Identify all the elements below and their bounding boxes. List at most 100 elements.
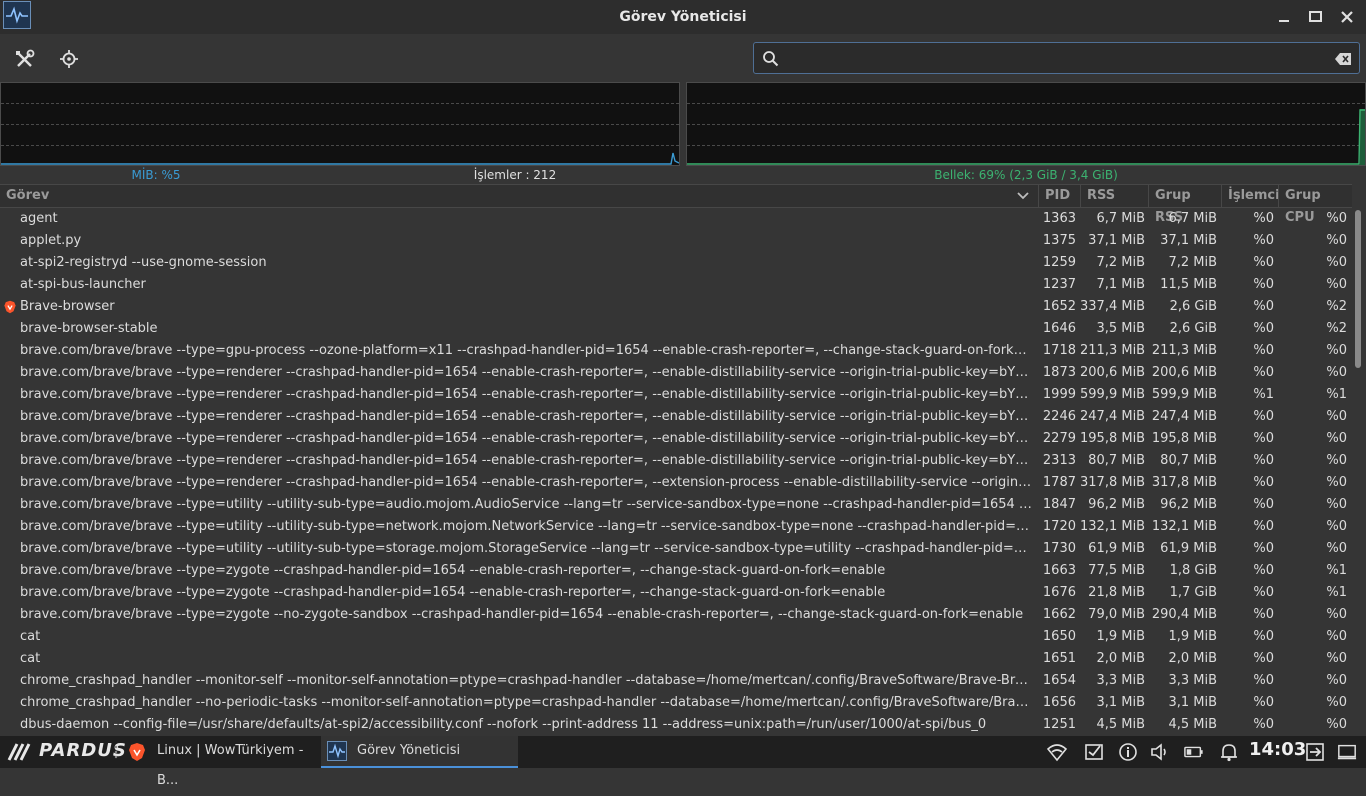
table-row[interactable]: brave.com/brave/brave --type=zygote --cr…: [0, 582, 1352, 604]
taskbar-item-task-manager[interactable]: Görev Yöneticisi: [321, 736, 518, 768]
cell-gcpu: %0: [1326, 277, 1347, 292]
table-row[interactable]: chrome_crashpad_handler --monitor-self -…: [0, 670, 1352, 692]
memory-usage-label: Bellek: 69% (2,3 GiB / 3,4 GiB): [934, 168, 1118, 182]
clear-search-icon[interactable]: [1335, 53, 1351, 69]
clock[interactable]: 14:03: [1249, 739, 1306, 760]
cell-cpu: %0: [1253, 277, 1274, 292]
column-header-name[interactable]: Görev: [0, 185, 1038, 207]
cell-cpu: %0: [1253, 717, 1274, 732]
cell-grss: 3,1 MiB: [1168, 695, 1217, 710]
table-row[interactable]: brave.com/brave/brave --type=utility --u…: [0, 516, 1352, 538]
maximize-button[interactable]: [1307, 8, 1325, 26]
cell-gcpu: %0: [1326, 211, 1347, 226]
cell-grss: 317,8 MiB: [1151, 475, 1217, 490]
table-row[interactable]: brave.com/brave/brave --type=utility --u…: [0, 538, 1352, 560]
drag-handle-icon: [114, 745, 118, 759]
table-row[interactable]: cat 1651 2,0 MiB 2,0 MiB %0 %0: [0, 648, 1352, 670]
table-row[interactable]: brave.com/brave/brave --type=zygote --cr…: [0, 560, 1352, 582]
cpu-usage-label: MİB: %5: [131, 168, 181, 182]
minimize-button[interactable]: [1275, 8, 1293, 26]
cell-name: Brave-browser: [20, 299, 115, 314]
column-header-pid[interactable]: PID: [1038, 185, 1080, 207]
preferences-tools-icon[interactable]: [14, 48, 36, 70]
volume-icon[interactable]: [1150, 742, 1170, 762]
table-row[interactable]: brave.com/brave/brave --type=gpu-process…: [0, 340, 1352, 362]
cell-grss: 195,8 MiB: [1151, 431, 1217, 446]
cell-grss: 211,3 MiB: [1151, 343, 1217, 358]
show-desktop-icon[interactable]: [1337, 742, 1357, 762]
column-header-group-cpu[interactable]: Grup CPU: [1278, 185, 1352, 225]
table-row[interactable]: brave.com/brave/brave --type=renderer --…: [0, 428, 1352, 450]
cell-rss: 7,2 MiB: [1096, 255, 1145, 270]
vertical-scrollbar[interactable]: [1354, 208, 1362, 736]
cell-cpu: %0: [1253, 673, 1274, 688]
table-row[interactable]: brave.com/brave/brave --type=renderer --…: [0, 362, 1352, 384]
cell-gcpu: %0: [1326, 695, 1347, 710]
table-row[interactable]: brave.com/brave/brave --type=renderer --…: [0, 472, 1352, 494]
cell-name: cat: [20, 629, 41, 644]
table-row[interactable]: agent 1363 6,7 MiB 6,7 MiB %0 %0: [0, 208, 1352, 230]
cell-name: applet.py: [20, 233, 82, 248]
cell-rss: 3,3 MiB: [1096, 673, 1145, 688]
cell-gcpu: %0: [1326, 431, 1347, 446]
window-title: Görev Yöneticisi: [619, 9, 747, 25]
cell-grss: 599,9 MiB: [1151, 387, 1217, 402]
column-header-group-rss[interactable]: Grup RSS: [1148, 185, 1221, 225]
cell-gcpu: %0: [1326, 233, 1347, 248]
cell-gcpu: %0: [1326, 475, 1347, 490]
table-row[interactable]: brave.com/brave/brave --type=utility --u…: [0, 494, 1352, 516]
cell-rss: 37,1 MiB: [1088, 233, 1145, 248]
cell-cpu: %0: [1253, 453, 1274, 468]
cell-grss: 1,8 GiB: [1169, 563, 1217, 578]
cell-name: at-spi-bus-launcher: [20, 277, 146, 292]
table-row[interactable]: brave-browser-stable 1646 3,5 MiB 2,6 GiB %0…: [0, 318, 1352, 340]
notification-bell-icon[interactable]: [1219, 742, 1239, 762]
cell-rss: 2,0 MiB: [1096, 651, 1145, 666]
cell-gcpu: %0: [1326, 343, 1347, 358]
cell-pid: 1847: [1042, 497, 1076, 512]
cell-pid: 1720: [1042, 519, 1076, 534]
search-input[interactable]: [788, 47, 1332, 71]
taskbar-item-label: Görev Yöneticisi: [357, 743, 461, 758]
cell-grss: 247,4 MiB: [1151, 409, 1217, 424]
table-row[interactable]: Brave-browser 1652 337,4 MiB 2,6 GiB %0 %2: [0, 296, 1352, 318]
table-row[interactable]: applet.py 1375 37,1 MiB 37,1 MiB %0 %0: [0, 230, 1352, 252]
table-row[interactable]: brave.com/brave/brave --type=zygote --no…: [0, 604, 1352, 626]
scrollbar-thumb[interactable]: [1355, 210, 1361, 368]
table-row[interactable]: chrome_crashpad_handler --no-periodic-ta…: [0, 692, 1352, 714]
brave-lion-icon: [4, 300, 16, 314]
cell-cpu: %0: [1253, 651, 1274, 666]
table-row[interactable]: cat 1650 1,9 MiB 1,9 MiB %0 %0: [0, 626, 1352, 648]
table-row[interactable]: at-spi2-registryd --use-gnome-session 125…: [0, 252, 1352, 274]
wifi-icon[interactable]: [1047, 742, 1067, 762]
column-header-rss[interactable]: RSS: [1080, 185, 1148, 207]
table-row[interactable]: brave.com/brave/brave --type=renderer --…: [0, 406, 1352, 428]
cell-pid: 1259: [1042, 255, 1076, 270]
column-header-cpu[interactable]: İşlemci: [1221, 185, 1280, 207]
cell-gcpu: %1: [1326, 585, 1347, 600]
cell-rss: 599,9 MiB: [1080, 387, 1145, 402]
update-notifier-icon[interactable]: [1084, 742, 1104, 762]
info-icon[interactable]: [1118, 742, 1138, 762]
search-box: [753, 42, 1360, 74]
logout-icon[interactable]: [1305, 742, 1325, 762]
pardus-logo-icon[interactable]: [7, 742, 35, 762]
close-button[interactable]: [1338, 8, 1356, 26]
cell-pid: 1730: [1042, 541, 1076, 556]
battery-icon[interactable]: [1184, 742, 1204, 762]
cell-rss: 317,8 MiB: [1080, 475, 1145, 490]
cell-rss: 3,5 MiB: [1096, 321, 1145, 336]
table-row[interactable]: dbus-daemon --config-file=/usr/share/def…: [0, 714, 1352, 736]
cell-pid: 1662: [1042, 607, 1076, 622]
cell-rss: 77,5 MiB: [1088, 563, 1145, 578]
table-row[interactable]: brave.com/brave/brave --type=renderer --…: [0, 384, 1352, 406]
cell-name: brave.com/brave/brave --type=gpu-process…: [20, 343, 1035, 358]
table-row[interactable]: at-spi-bus-launcher 1237 7,1 MiB 11,5 MiB %0…: [0, 274, 1352, 296]
chevron-down-icon[interactable]: [1016, 190, 1030, 206]
cell-rss: 21,8 MiB: [1088, 585, 1145, 600]
taskbar-item-browser[interactable]: Linux | WowTürkiyem - B...: [121, 736, 319, 788]
cell-gcpu: %0: [1326, 453, 1347, 468]
cell-pid: 1663: [1042, 563, 1076, 578]
target-window-icon[interactable]: [58, 48, 80, 70]
table-row[interactable]: brave.com/brave/brave --type=renderer --…: [0, 450, 1352, 472]
